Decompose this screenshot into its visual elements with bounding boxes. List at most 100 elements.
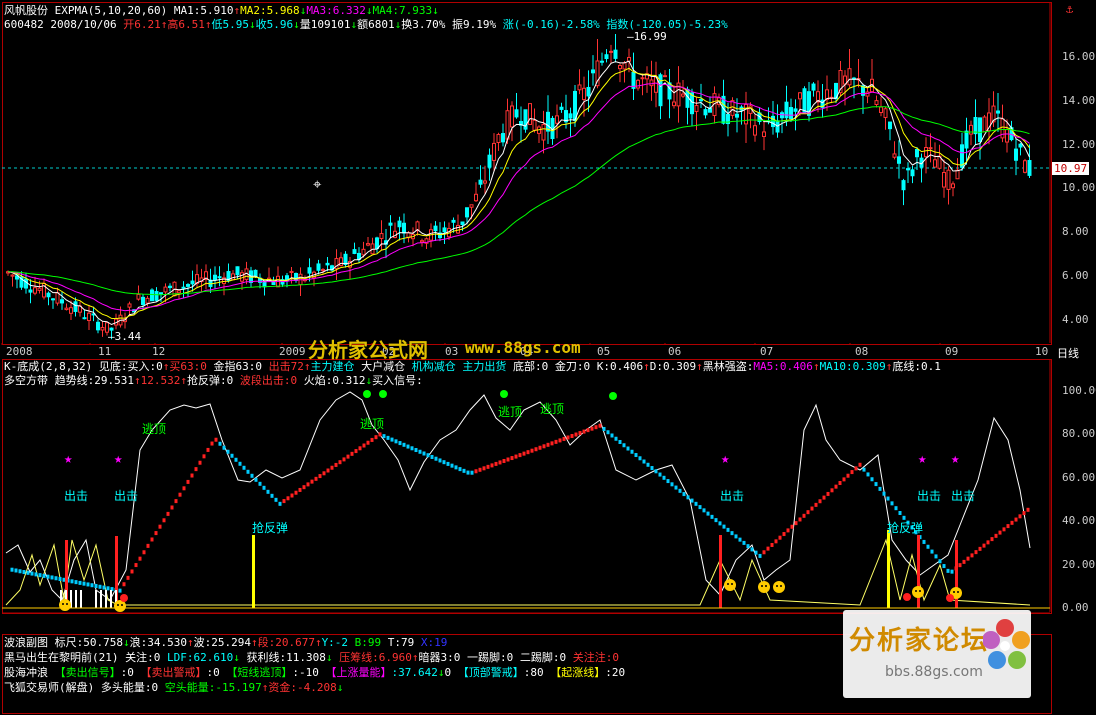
header-segment: :80 [523, 666, 551, 679]
trend-dot [970, 553, 974, 558]
trend-dot [534, 447, 538, 452]
trend-dot [882, 491, 886, 496]
trend-dot [826, 491, 830, 496]
trend-dot [210, 441, 214, 446]
trend-dot [554, 439, 558, 444]
signal-bar [252, 535, 255, 608]
trend-dot [658, 472, 662, 477]
trend-dot [542, 444, 546, 449]
trend-dot [506, 457, 510, 462]
indicator-chart[interactable]: ★ ★ ★ ★ ★ [0, 0, 1096, 640]
header-segment: 关注:0 [125, 651, 161, 664]
header-segment: 压筹线:6.960 [332, 651, 412, 664]
trend-dot [326, 468, 330, 473]
trend-dot [254, 477, 258, 482]
trend-dot [374, 435, 378, 440]
trend-dot [938, 559, 942, 564]
trend-dot [726, 527, 730, 532]
trend-dot [630, 449, 634, 454]
trend-dot [602, 426, 606, 431]
trend-dot [54, 576, 58, 581]
header-segment: 标尺:50.758 [54, 636, 123, 649]
forum-logo-title: 分析家论坛 [849, 626, 990, 656]
header-segment: :37.642 [391, 666, 438, 679]
trend-dot [966, 556, 970, 561]
trend-dot [642, 459, 646, 464]
trend-dot [842, 477, 846, 482]
trend-dot [474, 469, 478, 474]
smiley-eye [957, 591, 959, 593]
trend-dot [742, 540, 746, 545]
smiley-eye [953, 591, 955, 593]
trend-dot [746, 544, 750, 549]
header-segment: ↓ [336, 681, 344, 694]
trend-dot [646, 462, 650, 467]
trend-dot [98, 584, 102, 589]
trend-dot [146, 543, 150, 548]
header-segment: 股海冲浪 [4, 666, 55, 679]
header-segment: ↓ [122, 636, 130, 649]
trend-dot [102, 585, 106, 590]
indicator-axis-tick: 60.00 [1062, 471, 1096, 484]
trend-dot [366, 440, 370, 445]
trend-dot [118, 588, 122, 593]
trend-dot [782, 532, 786, 537]
signal-bar [719, 535, 722, 608]
trend-dot [894, 506, 898, 511]
trend-dot [530, 448, 534, 453]
trend-dot [926, 544, 930, 549]
trend-dot [850, 470, 854, 475]
smiley-icon [912, 586, 924, 598]
trend-dot [986, 540, 990, 545]
indicator-axis-tick: 40.00 [1062, 514, 1096, 527]
trend-dot [622, 443, 626, 448]
trend-dot [690, 498, 694, 503]
trend-dot [490, 463, 494, 468]
trend-dot [802, 513, 806, 518]
red-ball [946, 594, 954, 602]
trend-dot [522, 451, 526, 456]
smiley-eye [780, 585, 782, 587]
header-segment: :20 [605, 666, 626, 679]
trend-dot [670, 482, 674, 487]
trend-dot [654, 469, 658, 474]
trend-dot [406, 444, 410, 449]
trend-dot [338, 460, 342, 465]
trend-dot [778, 535, 782, 540]
trend-dot [158, 524, 162, 529]
trend-dot [206, 447, 210, 452]
trend-dot [650, 466, 654, 471]
trend-dot [566, 435, 570, 440]
trend-dot [1002, 527, 1006, 532]
trend-dot [242, 465, 246, 470]
trend-dot [766, 546, 770, 551]
trend-dot [426, 453, 430, 458]
header-segment: 【起涨线】 [550, 666, 606, 679]
green-dot [379, 390, 387, 398]
trend-dot [990, 537, 994, 542]
trend-dot [274, 497, 278, 502]
trend-dot [674, 485, 678, 490]
smiley-eye [117, 604, 119, 606]
smiley-icon [724, 579, 736, 591]
wave-subchart-line: 波浪副图 标尺:50.758↓浪:34.530↑波:25.294↑段:20.67… [4, 636, 447, 649]
trend-dot [30, 571, 34, 576]
green-dot [363, 390, 371, 398]
trend-dot [398, 441, 402, 446]
forum-logo: 分析家论坛 bbs.88gs.com [843, 610, 1031, 698]
smiley-eye [62, 603, 64, 605]
comb-bar [100, 590, 102, 608]
trend-dot [702, 508, 706, 513]
trend-dot [390, 437, 394, 442]
smiley-eye [761, 585, 763, 587]
header-segment: ↑ [314, 636, 322, 649]
header-segment: X:19 [414, 636, 448, 649]
trend-dot [250, 473, 254, 478]
star-icon: ★ [64, 451, 73, 467]
header-segment: 多头能量:0 [100, 681, 159, 694]
trend-dot [558, 438, 562, 443]
trend-dot [710, 514, 714, 519]
trend-dot [18, 569, 22, 574]
trend-dot [606, 430, 610, 435]
header-segment: :0 [206, 666, 227, 679]
